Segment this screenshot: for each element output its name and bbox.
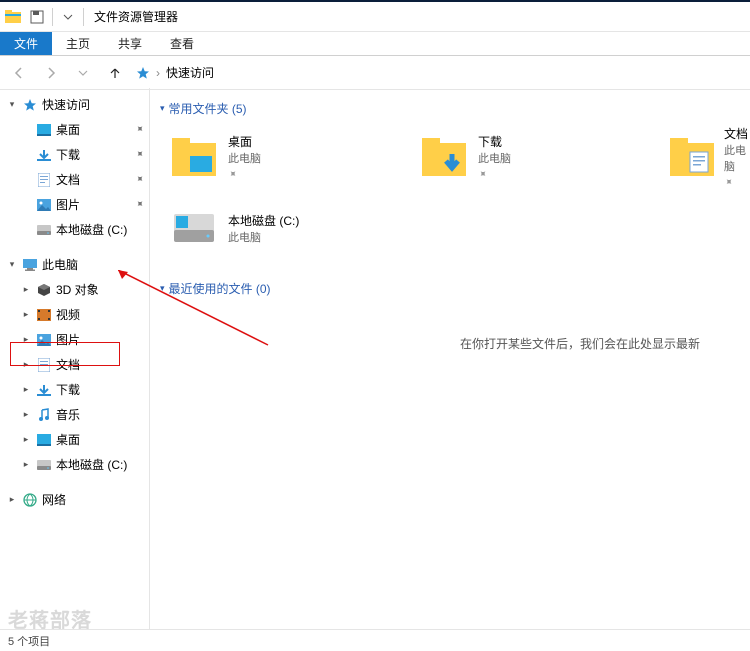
tree-item-pictures[interactable]: 图片 ✦ bbox=[0, 192, 149, 217]
chevron-right-icon[interactable]: ▸ bbox=[20, 309, 32, 320]
folder-desktop-icon bbox=[170, 133, 218, 181]
address-bar: › 快速访问 bbox=[0, 56, 750, 90]
tile-documents[interactable]: 文档 此电脑 ✦ bbox=[670, 125, 750, 188]
breadcrumb-location[interactable]: 快速访问 bbox=[166, 64, 214, 81]
documents-icon bbox=[36, 357, 52, 373]
tree-item-downloads[interactable]: 下载 ✦ bbox=[0, 142, 149, 167]
separator bbox=[83, 8, 84, 26]
tab-view[interactable]: 查看 bbox=[156, 32, 208, 55]
tab-home[interactable]: 主页 bbox=[52, 32, 104, 55]
up-button[interactable] bbox=[104, 62, 126, 84]
pin-icon: ✦ bbox=[132, 148, 146, 162]
tree-item-3d-objects[interactable]: ▸ 3D 对象 bbox=[0, 277, 149, 302]
star-icon bbox=[136, 66, 150, 80]
pin-icon: ✦ bbox=[475, 168, 489, 182]
status-bar: 5 个项目 bbox=[0, 629, 750, 651]
drive-large-icon bbox=[170, 204, 218, 252]
pin-icon: ✦ bbox=[132, 123, 146, 137]
documents-icon bbox=[36, 172, 52, 188]
tiles-row-2: 本地磁盘 (C:) 此电脑 bbox=[160, 204, 750, 252]
section-recent-files[interactable]: ▾ 最近使用的文件 (0) bbox=[160, 280, 750, 297]
chevron-down-icon[interactable]: ▾ bbox=[6, 99, 18, 110]
navigation-pane: ▾ 快速访问 桌面 ✦ 下载 ✦ 文档 ✦ 图片 ✦ bbox=[0, 88, 150, 629]
chevron-down-icon: ▾ bbox=[160, 103, 165, 114]
content-pane: ▾ 常用文件夹 (5) 桌面 此电脑 ✦ 下载 此电脑 bbox=[150, 88, 750, 629]
ribbon: 文件 主页 共享 查看 bbox=[0, 32, 750, 56]
3d-objects-icon bbox=[36, 282, 52, 298]
tree-quick-access[interactable]: ▾ 快速访问 bbox=[0, 92, 149, 117]
tab-share[interactable]: 共享 bbox=[104, 32, 156, 55]
pictures-icon bbox=[36, 197, 52, 213]
folder-downloads-icon bbox=[420, 133, 468, 181]
chevron-right-icon[interactable]: ▸ bbox=[6, 494, 18, 505]
recent-dropdown[interactable] bbox=[72, 62, 94, 84]
tile-desktop[interactable]: 桌面 此电脑 ✦ bbox=[170, 125, 380, 188]
tab-file[interactable]: 文件 bbox=[0, 32, 52, 55]
pin-icon: ✦ bbox=[132, 173, 146, 187]
tile-local-disk-c[interactable]: 本地磁盘 (C:) 此电脑 bbox=[170, 204, 380, 252]
network-icon bbox=[22, 492, 38, 508]
tiles-row-1: 桌面 此电脑 ✦ 下载 此电脑 ✦ bbox=[160, 125, 750, 188]
tree-item-desktop[interactable]: 桌面 ✦ bbox=[0, 117, 149, 142]
tree-item-downloads-pc[interactable]: ▸ 下载 bbox=[0, 377, 149, 402]
breadcrumb[interactable]: › 快速访问 bbox=[136, 64, 214, 81]
pin-icon: ✦ bbox=[132, 198, 146, 212]
music-icon bbox=[36, 407, 52, 423]
chevron-right-icon[interactable]: ▸ bbox=[20, 409, 32, 420]
save-icon[interactable] bbox=[28, 8, 46, 26]
dropdown-icon[interactable] bbox=[59, 8, 77, 26]
pictures-icon bbox=[36, 332, 52, 348]
status-item-count: 5 个项目 bbox=[8, 633, 50, 649]
folder-documents-icon bbox=[670, 133, 714, 181]
empty-recent-message: 在你打开某些文件后，我们会在此处显示最新 bbox=[160, 305, 750, 352]
tree-item-music[interactable]: ▸ 音乐 bbox=[0, 402, 149, 427]
pc-icon bbox=[22, 257, 38, 273]
drive-icon bbox=[36, 222, 52, 238]
section-frequent-folders[interactable]: ▾ 常用文件夹 (5) bbox=[160, 100, 750, 117]
chevron-right-icon[interactable]: ▸ bbox=[20, 284, 32, 295]
window-title: 文件资源管理器 bbox=[90, 8, 178, 25]
tree-item-pictures-pc[interactable]: ▸ 图片 bbox=[0, 327, 149, 352]
breadcrumb-sep: › bbox=[156, 66, 160, 80]
star-icon bbox=[22, 97, 38, 113]
desktop-icon bbox=[36, 432, 52, 448]
back-button[interactable] bbox=[8, 62, 30, 84]
chevron-right-icon[interactable]: ▸ bbox=[20, 384, 32, 395]
tree-this-pc[interactable]: ▾ 此电脑 bbox=[0, 252, 149, 277]
tree-item-documents[interactable]: 文档 ✦ bbox=[0, 167, 149, 192]
chevron-right-icon[interactable]: ▸ bbox=[20, 334, 32, 345]
separator bbox=[52, 8, 53, 26]
tree-item-local-disk-c[interactable]: 本地磁盘 (C:) bbox=[0, 217, 149, 242]
tree-network[interactable]: ▸ 网络 bbox=[0, 487, 149, 512]
pin-icon: ✦ bbox=[721, 176, 735, 190]
drive-icon bbox=[36, 457, 52, 473]
title-bar: 文件资源管理器 bbox=[0, 2, 750, 32]
tile-downloads[interactable]: 下载 此电脑 ✦ bbox=[420, 125, 630, 188]
downloads-icon bbox=[36, 147, 52, 163]
pin-icon: ✦ bbox=[225, 168, 239, 182]
tree-item-videos[interactable]: ▸ 视频 bbox=[0, 302, 149, 327]
chevron-down-icon[interactable]: ▾ bbox=[6, 259, 18, 270]
forward-button[interactable] bbox=[40, 62, 62, 84]
videos-icon bbox=[36, 307, 52, 323]
desktop-icon bbox=[36, 122, 52, 138]
chevron-right-icon[interactable]: ▸ bbox=[20, 459, 32, 470]
tree-item-local-disk-c-pc[interactable]: ▸ 本地磁盘 (C:) bbox=[0, 452, 149, 477]
chevron-down-icon: ▾ bbox=[160, 283, 165, 294]
chevron-right-icon[interactable]: ▸ bbox=[20, 359, 32, 370]
tree-item-desktop-pc[interactable]: ▸ 桌面 bbox=[0, 427, 149, 452]
app-icon bbox=[4, 8, 22, 26]
chevron-right-icon[interactable]: ▸ bbox=[20, 434, 32, 445]
downloads-icon bbox=[36, 382, 52, 398]
tree-item-documents-pc[interactable]: ▸ 文档 bbox=[0, 352, 149, 377]
